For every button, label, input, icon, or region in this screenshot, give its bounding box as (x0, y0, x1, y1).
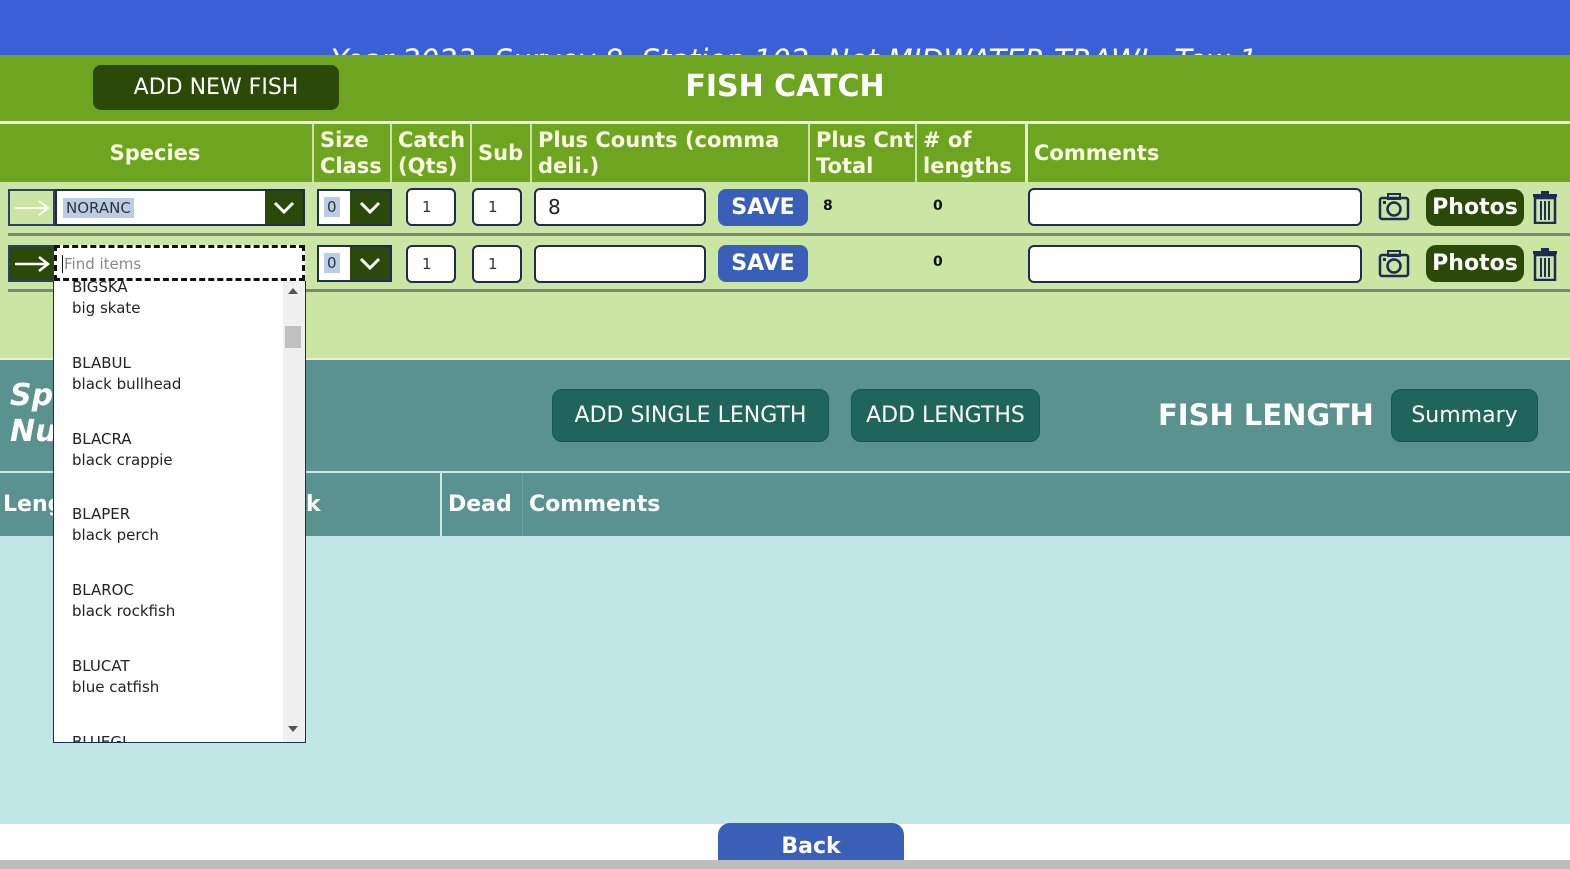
scroll-down-icon[interactable] (288, 726, 298, 732)
chevron-down-icon[interactable] (350, 247, 390, 280)
catch-qts-input[interactable]: 1 (406, 188, 456, 226)
size-class-value: 0 (324, 253, 340, 273)
arrow-right-icon (14, 255, 50, 272)
fish-catch-title: FISH CATCH (685, 69, 885, 104)
comments-input[interactable] (1028, 188, 1362, 226)
dropdown-option[interactable]: BLAPER black perch (72, 504, 159, 546)
catch-qts-input[interactable]: 1 (406, 245, 456, 283)
col-comments: Comments (522, 473, 1570, 536)
species-dropdown-list[interactable]: BIGSKA big skate BLABUL black bullhead B… (53, 281, 306, 743)
col-comments: Comments (1025, 124, 1570, 182)
num-lengths: 0 (933, 254, 943, 270)
col-dead: Dead (440, 473, 522, 536)
sub-input[interactable]: 1 (472, 245, 522, 283)
plus-counts-input[interactable]: 8 (534, 188, 706, 226)
col-num-lengths: # of lengths (915, 124, 1025, 182)
comments-input[interactable] (1028, 245, 1362, 283)
chevron-down-icon[interactable] (350, 191, 390, 224)
option-name: blue catfish (72, 678, 160, 696)
dropdown-option[interactable]: BLUEGI (72, 732, 127, 743)
photos-button[interactable]: Photos (1426, 245, 1524, 282)
summary-button[interactable]: Summary (1391, 389, 1538, 442)
photos-button[interactable]: Photos (1426, 189, 1524, 226)
col-plus-cnt-total: Plus Cnt Total (808, 124, 915, 182)
dropdown-scrollbar[interactable] (283, 281, 305, 742)
add-lengths-button[interactable]: ADD LENGTHS (851, 389, 1040, 442)
option-code: BLACRA (72, 430, 132, 448)
back-button[interactable]: Back (718, 823, 904, 861)
scroll-up-icon[interactable] (288, 288, 298, 294)
col-plus-counts: Plus Counts (comma deli.) (530, 124, 808, 182)
dropdown-option[interactable]: BLUCAT blue catfish (72, 656, 159, 698)
trash-icon[interactable] (1532, 190, 1558, 224)
chevron-down-icon[interactable] (265, 191, 303, 224)
size-class-dropdown[interactable]: 0 (317, 189, 392, 226)
option-code: BLUEGI (72, 733, 127, 743)
arrow-right-icon (14, 199, 50, 216)
size-class-value: 0 (324, 197, 340, 217)
species-dropdown[interactable]: NORANC (55, 189, 305, 226)
option-code: BLUCAT (72, 657, 130, 675)
col-length: Leng (3, 492, 64, 517)
dropdown-option[interactable]: BLACRA black crappie (72, 429, 173, 471)
num-lengths: 0 (933, 198, 943, 214)
add-single-length-button[interactable]: ADD SINGLE LENGTH (552, 389, 829, 442)
save-button[interactable]: SAVE (718, 245, 808, 282)
species-value: NORANC (63, 198, 134, 218)
select-row-button[interactable] (8, 189, 55, 226)
dropdown-option[interactable]: BIGSKA big skate (72, 281, 141, 319)
option-code: BLAROC (72, 581, 134, 599)
option-name: black rockfish (72, 602, 176, 620)
col-sub: Sub (470, 124, 530, 182)
bottom-strip (0, 860, 1570, 869)
option-code: BIGSKA (72, 281, 128, 296)
sub-input[interactable]: 1 (472, 188, 522, 226)
scroll-thumb[interactable] (285, 326, 301, 348)
option-name: big skate (72, 299, 141, 317)
option-name: black crappie (72, 451, 173, 469)
save-button[interactable]: SAVE (718, 189, 808, 226)
col-species: Species (109, 141, 201, 165)
search-placeholder: Find items (62, 255, 142, 273)
trash-icon[interactable] (1532, 247, 1558, 281)
dropdown-option[interactable]: BLAROC black rockfish (72, 580, 175, 622)
camera-icon[interactable] (1378, 192, 1410, 222)
fish-catch-header: ADD NEW FISH FISH CATCH (0, 55, 1570, 121)
species-search-input[interactable]: Find items (54, 245, 305, 281)
option-code: BLABUL (72, 354, 131, 372)
option-name: black bullhead (72, 375, 182, 393)
camera-icon[interactable] (1378, 249, 1410, 279)
fish-length-title: FISH LENGTH (1158, 398, 1374, 432)
select-row-button[interactable] (8, 245, 55, 282)
plus-cnt-total: 8 (823, 198, 833, 214)
size-class-dropdown[interactable]: 0 (317, 245, 392, 282)
option-code: BLAPER (72, 505, 131, 523)
catch-column-header: Species Size Class Catch (Qts) Sub Plus … (0, 122, 1570, 182)
option-name: black perch (72, 526, 159, 544)
title-bar: Year 2023 Survey 8 Station 102 Net MIDWA… (0, 0, 1570, 77)
col-catch-qts: Catch (Qts) (390, 124, 470, 182)
add-new-fish-button[interactable]: ADD NEW FISH (93, 65, 339, 110)
row-divider (8, 233, 1570, 236)
col-sex: k (306, 492, 321, 517)
plus-counts-input[interactable] (534, 245, 706, 283)
dropdown-option[interactable]: BLABUL black bullhead (72, 353, 181, 395)
col-size-class: Size Class (312, 124, 390, 182)
